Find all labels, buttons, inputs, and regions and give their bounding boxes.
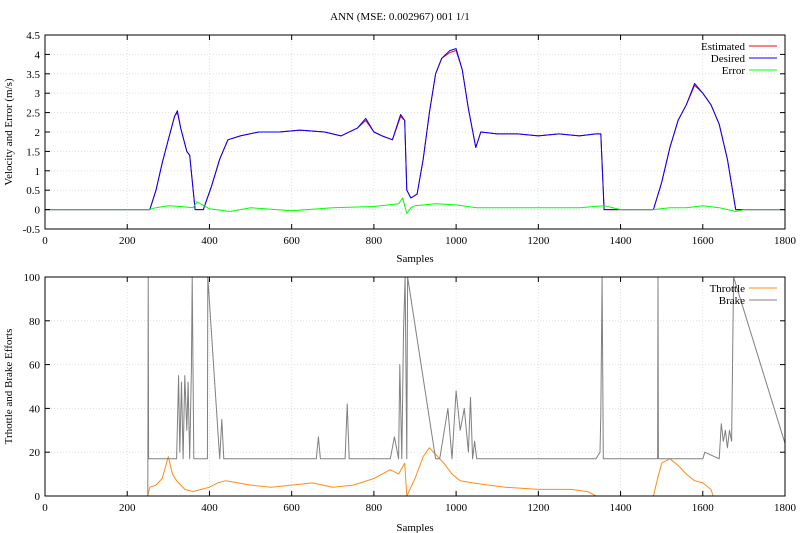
effort-y-tick-label: 60 [29,360,41,372]
velocity-series-estimated [45,50,785,211]
effort-y-tick-label: 100 [24,272,41,284]
effort-series-throttle [45,447,785,497]
velocity-y-tick-label: 1 [35,166,41,178]
velocity-x-tick-label: 400 [201,235,218,247]
velocity-x-tick-label: 1400 [610,235,633,247]
effort-panel: 0 200 400 600 800 1000 1200 1400 1600 1800 0 20 40 60… [3,272,797,533]
velocity-x-tick-label: 600 [283,235,300,247]
effort-legend: ThrottleBrake [710,283,777,307]
effort-legend-label-brake: Brake [719,295,745,307]
effort-series-brake [45,276,786,497]
effort-x-tick-label: 0 [42,502,48,514]
effort-x-tick-label: 600 [283,502,300,514]
velocity-y-axis-label: Velocity and Error (m/s) [3,78,15,186]
velocity-y-tick-label: 0 [35,205,41,217]
velocity-y-tick-label: 2.5 [26,108,40,120]
velocity-y-tick-label: 0.5 [26,185,40,197]
effort-ticks: 0 200 400 600 800 1000 1200 1400 1600 1800 0 20 40 60… [24,272,797,514]
effort-x-tick-label: 1200 [527,502,550,514]
effort-y-axis-label: Trhottle and Brake Efforts [3,329,15,445]
velocity-series-error [45,197,785,214]
effort-x-tick-label: 1600 [692,502,715,514]
velocity-y-tick-label: 1.5 [26,146,40,158]
velocity-y-tick-label: 4.5 [26,30,40,42]
velocity-legend-label-estimated: Estimated [701,41,745,53]
effort-y-tick-label: 40 [29,403,41,415]
velocity-y-tick-label: 4 [35,49,41,61]
velocity-x-tick-label: 0 [42,235,48,247]
velocity-y-tick-label: 3 [35,88,41,100]
velocity-legend-label-desired: Desired [711,53,746,65]
effort-y-tick-label: 20 [29,447,41,459]
velocity-x-tick-label: 1600 [692,235,715,247]
figure-title: ANN (MSE: 0.002967) 001 1/1 [330,11,470,23]
velocity-grid [44,34,786,230]
effort-x-tick-label: 1000 [445,502,468,514]
effort-x-tick-label: 1800 [774,502,797,514]
velocity-y-tick-label: -0.5 [23,224,41,236]
effort-plot-frame [44,276,786,497]
effort-series-group [45,276,786,497]
velocity-x-tick-label: 1200 [527,235,550,247]
effort-x-tick-label: 200 [119,502,136,514]
velocity-x-tick-label: 1000 [445,235,468,247]
figure: ANN (MSE: 0.002967) 001 1/1 0 200 400 600 80… [3,11,797,533]
effort-x-tick-label: 1400 [610,502,633,514]
velocity-y-tick-label: 2 [35,127,41,139]
velocity-x-tick-label: 800 [366,235,383,247]
effort-y-tick-label: 0 [35,491,41,503]
velocity-x-tick-label: 200 [119,235,136,247]
velocity-legend-label-error: Error [722,65,746,77]
effort-x-tick-label: 400 [201,502,218,514]
velocity-series-group [45,48,785,214]
velocity-panel: 0 200 400 600 800 1000 1200 1400 1600 1800-0.500.… [3,30,797,265]
effort-y-tick-label: 80 [29,316,41,328]
effort-legend-label-throttle: Throttle [710,283,746,295]
effort-x-tick-label: 800 [366,502,383,514]
velocity-x-tick-label: 1800 [774,235,797,247]
velocity-ticks: 0 200 400 600 800 1000 1200 1400 1600 1800-0.500.… [23,30,797,247]
velocity-x-axis-label: Samples [396,253,433,265]
velocity-legend: EstimatedDesiredError [701,41,777,77]
effort-x-axis-label: Samples [396,522,433,533]
velocity-series-desired [45,48,785,211]
effort-grid [44,276,786,497]
velocity-y-tick-label: 3.5 [26,69,40,81]
